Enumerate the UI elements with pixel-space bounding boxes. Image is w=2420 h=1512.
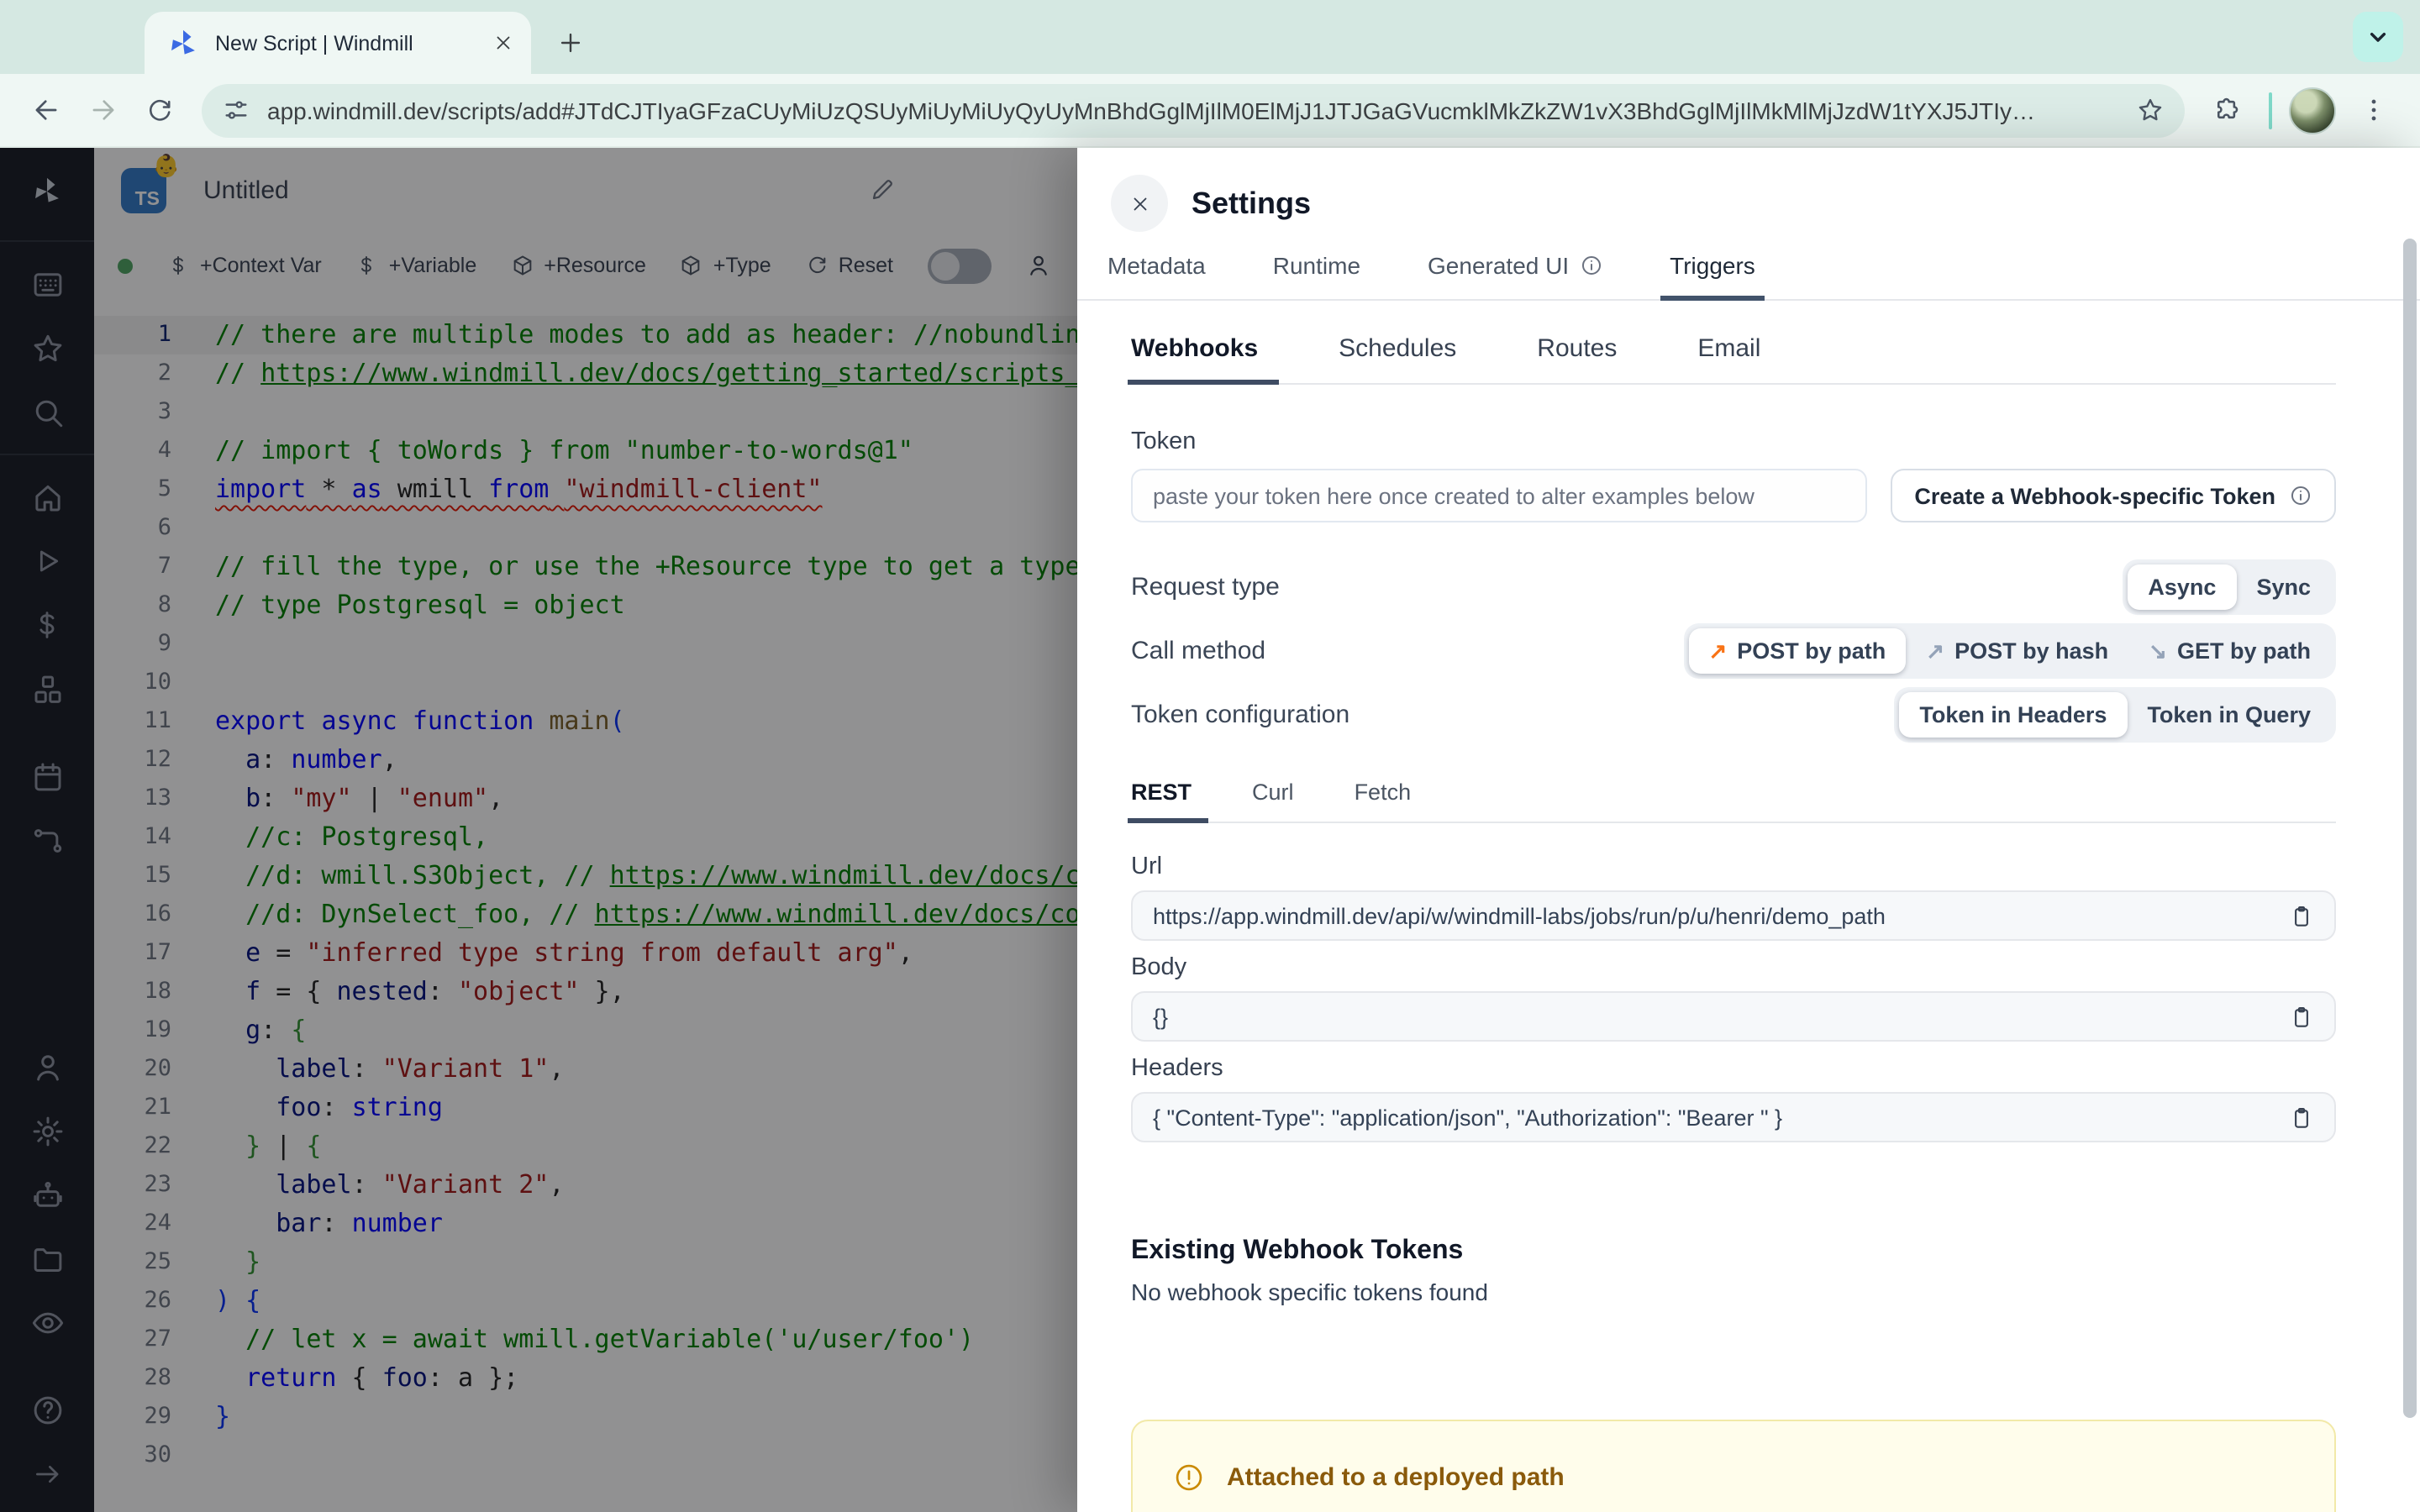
clipboard-icon[interactable] [2289, 1105, 2314, 1130]
profile-avatar[interactable] [2289, 87, 2336, 134]
option-token-in-query[interactable]: Token in Query [2127, 692, 2331, 738]
headers-label: Headers [1131, 1055, 1223, 1082]
body-value: {} [1153, 1004, 1169, 1029]
url-text: app.windmill.dev/scripts/add#JTdCJTIyaGF… [267, 97, 2035, 123]
token-configuration-row: Token configuration Token in Headers Tok… [1131, 687, 2336, 743]
tune-icon[interactable] [222, 96, 250, 124]
deployed-path-warning: Attached to a deployed path The webhooks… [1131, 1420, 2336, 1512]
request-type-toggle: Async Sync [2123, 559, 2336, 615]
close-icon[interactable] [1111, 175, 1168, 232]
tab-curl[interactable]: Curl [1252, 769, 1294, 822]
browser-toolbar: app.windmill.dev/scripts/add#JTdCJTIyaGF… [0, 74, 2420, 148]
triggers-panel: Webhooks Schedules Routes Email Token Cr… [1077, 301, 2420, 1512]
tab-runtime[interactable]: Runtime [1270, 242, 1364, 299]
call-method-label: Call method [1131, 637, 1266, 665]
tab-triggers[interactable]: Triggers [1660, 242, 1765, 301]
arrow-down-right-icon: ↘ [2149, 638, 2167, 664]
arrow-up-right-icon: ↗ [1926, 638, 1945, 664]
forward-button[interactable] [77, 85, 128, 135]
example-tabs: REST Curl Fetch [1127, 769, 2336, 823]
option-token-in-headers[interactable]: Token in Headers [1899, 692, 2128, 738]
clipboard-icon[interactable] [2289, 1004, 2314, 1029]
address-bar[interactable]: app.windmill.dev/scripts/add#JTdCJTIyaGF… [202, 83, 2185, 137]
reload-button[interactable] [134, 85, 185, 135]
profile-separator [2269, 92, 2272, 129]
alert-circle-icon [1173, 1462, 1205, 1494]
option-async[interactable]: Async [2128, 564, 2237, 610]
extensions-puzzle-icon[interactable] [2202, 85, 2252, 135]
clipboard-icon[interactable] [2289, 903, 2314, 928]
browser-tab[interactable]: New Script | Windmill [145, 12, 531, 74]
windmill-favicon-icon [165, 24, 202, 61]
info-icon [1579, 254, 1602, 277]
tab-fetch[interactable]: Fetch [1355, 769, 1412, 822]
headers-value: { "Content-Type": "application/json", "A… [1153, 1105, 1783, 1130]
url-label: Url [1131, 853, 1163, 880]
warning-title: Attached to a deployed path [1227, 1463, 1565, 1492]
tab-routes[interactable]: Routes [1537, 321, 1617, 383]
tab-schedules[interactable]: Schedules [1339, 321, 1456, 383]
info-icon [2289, 484, 2312, 507]
back-button[interactable] [20, 85, 71, 135]
existing-tokens-title: Existing Webhook Tokens [1131, 1236, 1464, 1265]
option-post-by-path[interactable]: ↗ POST by path [1688, 628, 1907, 674]
settings-tabs: Metadata Runtime Generated UI Triggers [1077, 242, 2420, 301]
body-label: Body [1131, 954, 1187, 981]
token-label: Token [1131, 428, 1197, 455]
option-post-by-hash[interactable]: ↗ POST by hash [1906, 628, 2128, 674]
arrow-up-right-icon: ↗ [1708, 638, 1728, 664]
call-method-row: Call method ↗ POST by path ↗ POST by has… [1131, 623, 2336, 679]
tab-close-icon[interactable] [487, 28, 518, 58]
drawer-scrollbar[interactable] [2403, 239, 2417, 1418]
url-field[interactable]: https://app.windmill.dev/api/w/windmill-… [1131, 890, 2336, 941]
tab-generated-ui[interactable]: Generated UI [1424, 242, 1606, 299]
trigger-type-tabs: Webhooks Schedules Routes Email [1128, 321, 2336, 385]
tab-search-chevron-icon[interactable] [2353, 12, 2403, 62]
request-type-label: Request type [1131, 573, 1280, 601]
browser-chrome: New Script | Windmill app.windmill.dev/s… [0, 0, 2420, 148]
token-configuration-label: Token configuration [1131, 701, 1350, 729]
token-row: Create a Webhook-specific Token [1131, 469, 2336, 522]
existing-tokens-empty: No webhook specific tokens found [1131, 1278, 1488, 1305]
screen: New Script | Windmill app.windmill.dev/s… [0, 0, 2420, 1512]
tab-metadata[interactable]: Metadata [1104, 242, 1209, 299]
create-webhook-token-button[interactable]: Create a Webhook-specific Token [1891, 469, 2336, 522]
token-input[interactable] [1131, 469, 1868, 522]
option-get-by-path[interactable]: ↘ GET by path [2128, 628, 2331, 674]
tab-strip: New Script | Windmill [0, 0, 2420, 74]
tab-email[interactable]: Email [1697, 321, 1760, 383]
tab-webhooks[interactable]: Webhooks [1128, 321, 1278, 385]
drawer-header: Settings [1077, 148, 2420, 242]
tab-title: New Script | Windmill [215, 31, 413, 55]
new-tab-button[interactable] [548, 20, 592, 64]
call-method-toggle: ↗ POST by path ↗ POST by hash ↘ GET by p… [1683, 623, 2336, 679]
url-value: https://app.windmill.dev/api/w/windmill-… [1153, 903, 1886, 928]
request-type-row: Request type Async Sync [1131, 559, 2336, 615]
chrome-actions [2202, 85, 2400, 135]
browser-menu-icon[interactable] [2353, 90, 2393, 130]
drawer-backdrop[interactable] [0, 148, 1077, 1512]
bookmark-star-icon[interactable] [2136, 96, 2165, 124]
headers-field[interactable]: { "Content-Type": "application/json", "A… [1131, 1092, 2336, 1142]
option-sync[interactable]: Sync [2236, 564, 2331, 610]
settings-drawer: Settings Metadata Runtime Generated UI T… [1077, 148, 2420, 1512]
body-field[interactable]: {} [1131, 991, 2336, 1042]
token-configuration-toggle: Token in Headers Token in Query [1894, 687, 2336, 743]
drawer-title: Settings [1192, 186, 1312, 219]
tab-rest[interactable]: REST [1127, 769, 1209, 823]
